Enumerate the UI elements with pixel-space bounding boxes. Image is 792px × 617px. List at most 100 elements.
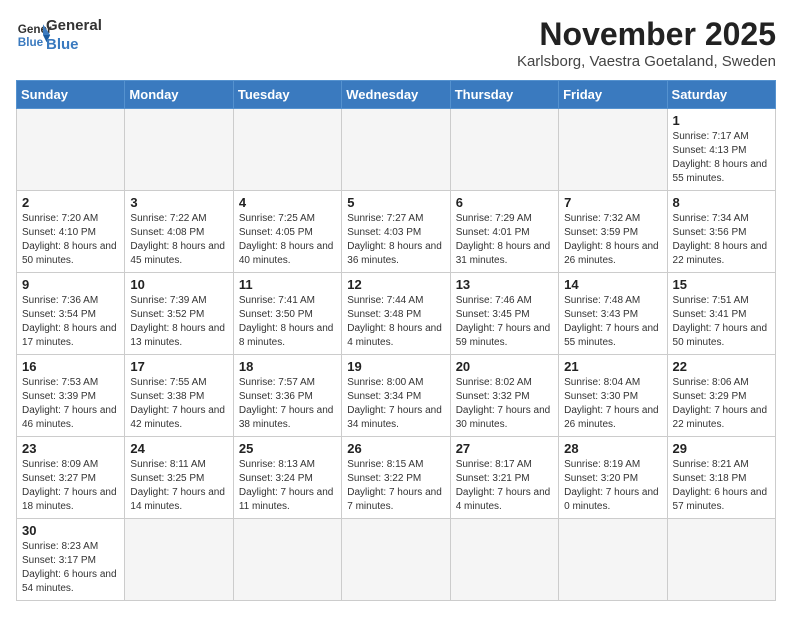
day-info: Sunrise: 8:17 AM Sunset: 3:21 PM Dayligh…	[456, 458, 553, 514]
day-cell: 29 Sunrise: 8:21 AM Sunset: 3:18 PM Dayli…	[667, 437, 775, 519]
col-header-saturday: Saturday	[667, 81, 775, 109]
day-number: 18	[239, 359, 336, 374]
svg-text:Blue: Blue	[18, 36, 44, 49]
day-cell: 14Sunrise: 7:48 AM Sunset: 3:43 PM Dayli…	[559, 273, 667, 355]
calendar-table: SundayMondayTuesdayWednesdayThursdayFrid…	[16, 80, 776, 601]
day-info: Sunrise: 8:04 AM Sunset: 3:30 PM Dayligh…	[564, 376, 661, 432]
day-cell	[559, 519, 667, 601]
day-info: Sunrise: 8:21 AM Sunset: 3:18 PM Dayligh…	[673, 458, 770, 514]
day-cell	[233, 109, 341, 191]
day-cell: 25 Sunrise: 8:13 AM Sunset: 3:24 PM Dayli…	[233, 437, 341, 519]
day-cell: 3 Sunrise: 7:22 AM Sunset: 4:08 PM Daylig…	[125, 191, 233, 273]
day-number: 23	[22, 441, 119, 456]
day-info: Sunrise: 8:02 AM Sunset: 3:32 PM Dayligh…	[456, 376, 553, 432]
day-cell	[450, 519, 558, 601]
day-number: 2	[22, 195, 119, 210]
day-info: Sunrise: 8:23 AM Sunset: 3:17 PM Dayligh…	[22, 540, 119, 596]
day-number: 9	[22, 277, 119, 292]
day-number: 11	[239, 277, 336, 292]
week-row-3: 9Sunrise: 7:36 AM Sunset: 3:54 PM Daylig…	[17, 273, 776, 355]
day-cell: 8 Sunrise: 7:34 AM Sunset: 3:56 PM Daylig…	[667, 191, 775, 273]
logo: General Blue General Blue	[16, 16, 102, 54]
day-number: 25	[239, 441, 336, 456]
day-info: Sunrise: 7:48 AM Sunset: 3:43 PM Dayligh…	[564, 294, 661, 350]
day-cell: 10 Sunrise: 7:39 AM Sunset: 3:52 PM Dayli…	[125, 273, 233, 355]
day-cell: 30 Sunrise: 8:23 AM Sunset: 3:17 PM Dayli…	[17, 519, 125, 601]
day-number: 26	[347, 441, 444, 456]
day-info: Sunrise: 8:00 AM Sunset: 3:34 PM Dayligh…	[347, 376, 444, 432]
day-info: Sunrise: 7:53 AM Sunset: 3:39 PM Dayligh…	[22, 376, 119, 432]
day-info: Sunrise: 7:34 AM Sunset: 3:56 PM Dayligh…	[673, 212, 770, 268]
day-cell: 22 Sunrise: 8:06 AM Sunset: 3:29 PM Dayli…	[667, 355, 775, 437]
day-cell: 15Sunrise: 7:51 AM Sunset: 3:41 PM Dayli…	[667, 273, 775, 355]
day-number: 22	[673, 359, 770, 374]
col-header-monday: Monday	[125, 81, 233, 109]
day-cell: 20 Sunrise: 8:02 AM Sunset: 3:32 PM Dayli…	[450, 355, 558, 437]
day-cell: 1Sunrise: 7:17 AM Sunset: 4:13 PM Daylig…	[667, 109, 775, 191]
day-number: 13	[456, 277, 553, 292]
day-number: 27	[456, 441, 553, 456]
day-number: 20	[456, 359, 553, 374]
col-header-tuesday: Tuesday	[233, 81, 341, 109]
day-info: Sunrise: 7:25 AM Sunset: 4:05 PM Dayligh…	[239, 212, 336, 268]
day-cell: 19 Sunrise: 8:00 AM Sunset: 3:34 PM Dayli…	[342, 355, 450, 437]
day-cell: 5Sunrise: 7:27 AM Sunset: 4:03 PM Daylig…	[342, 191, 450, 273]
day-info: Sunrise: 7:29 AM Sunset: 4:01 PM Dayligh…	[456, 212, 553, 268]
day-cell: 28 Sunrise: 8:19 AM Sunset: 3:20 PM Dayli…	[559, 437, 667, 519]
day-number: 1	[673, 113, 770, 128]
logo-general: General	[46, 17, 102, 34]
day-number: 21	[564, 359, 661, 374]
day-number: 6	[456, 195, 553, 210]
col-header-wednesday: Wednesday	[342, 81, 450, 109]
day-info: Sunrise: 7:57 AM Sunset: 3:36 PM Dayligh…	[239, 376, 336, 432]
day-info: Sunrise: 7:20 AM Sunset: 4:10 PM Dayligh…	[22, 212, 119, 268]
day-number: 19	[347, 359, 444, 374]
day-cell: 12Sunrise: 7:44 AM Sunset: 3:48 PM Dayli…	[342, 273, 450, 355]
week-row-5: 23Sunrise: 8:09 AM Sunset: 3:27 PM Dayli…	[17, 437, 776, 519]
day-number: 10	[130, 277, 227, 292]
day-cell: 9Sunrise: 7:36 AM Sunset: 3:54 PM Daylig…	[17, 273, 125, 355]
day-info: Sunrise: 7:22 AM Sunset: 4:08 PM Dayligh…	[130, 212, 227, 268]
day-cell	[450, 109, 558, 191]
day-number: 3	[130, 195, 227, 210]
title-area: November 2025 Karlsborg, Vaestra Goetala…	[517, 16, 776, 70]
day-cell: 13Sunrise: 7:46 AM Sunset: 3:45 PM Dayli…	[450, 273, 558, 355]
day-number: 5	[347, 195, 444, 210]
day-cell	[233, 519, 341, 601]
day-cell: 16Sunrise: 7:53 AM Sunset: 3:39 PM Dayli…	[17, 355, 125, 437]
logo-blue: Blue	[46, 36, 79, 53]
day-cell: 23Sunrise: 8:09 AM Sunset: 3:27 PM Dayli…	[17, 437, 125, 519]
day-number: 4	[239, 195, 336, 210]
day-number: 8	[673, 195, 770, 210]
col-header-sunday: Sunday	[17, 81, 125, 109]
day-cell: 17Sunrise: 7:55 AM Sunset: 3:38 PM Dayli…	[125, 355, 233, 437]
day-cell: 27 Sunrise: 8:17 AM Sunset: 3:21 PM Dayli…	[450, 437, 558, 519]
col-header-friday: Friday	[559, 81, 667, 109]
day-cell: 24 Sunrise: 8:11 AM Sunset: 3:25 PM Dayli…	[125, 437, 233, 519]
calendar-header-row: SundayMondayTuesdayWednesdayThursdayFrid…	[17, 81, 776, 109]
day-info: Sunrise: 8:11 AM Sunset: 3:25 PM Dayligh…	[130, 458, 227, 514]
week-row-2: 2 Sunrise: 7:20 AM Sunset: 4:10 PM Daylig…	[17, 191, 776, 273]
day-cell	[17, 109, 125, 191]
day-number: 24	[130, 441, 227, 456]
day-info: Sunrise: 7:39 AM Sunset: 3:52 PM Dayligh…	[130, 294, 227, 350]
day-info: Sunrise: 8:19 AM Sunset: 3:20 PM Dayligh…	[564, 458, 661, 514]
day-number: 30	[22, 523, 119, 538]
week-row-1: 1Sunrise: 7:17 AM Sunset: 4:13 PM Daylig…	[17, 109, 776, 191]
day-info: Sunrise: 8:06 AM Sunset: 3:29 PM Dayligh…	[673, 376, 770, 432]
week-row-6: 30 Sunrise: 8:23 AM Sunset: 3:17 PM Dayli…	[17, 519, 776, 601]
day-info: Sunrise: 7:55 AM Sunset: 3:38 PM Dayligh…	[130, 376, 227, 432]
col-header-thursday: Thursday	[450, 81, 558, 109]
day-info: Sunrise: 8:13 AM Sunset: 3:24 PM Dayligh…	[239, 458, 336, 514]
page-header: General Blue General Blue November 2025 …	[16, 16, 776, 70]
day-number: 28	[564, 441, 661, 456]
day-info: Sunrise: 8:15 AM Sunset: 3:22 PM Dayligh…	[347, 458, 444, 514]
location-title: Karlsborg, Vaestra Goetaland, Sweden	[517, 53, 776, 70]
day-cell: 18 Sunrise: 7:57 AM Sunset: 3:36 PM Dayli…	[233, 355, 341, 437]
day-cell	[125, 109, 233, 191]
day-number: 29	[673, 441, 770, 456]
day-number: 7	[564, 195, 661, 210]
day-cell: 11Sunrise: 7:41 AM Sunset: 3:50 PM Dayli…	[233, 273, 341, 355]
day-number: 15	[673, 277, 770, 292]
month-title: November 2025	[517, 16, 776, 53]
